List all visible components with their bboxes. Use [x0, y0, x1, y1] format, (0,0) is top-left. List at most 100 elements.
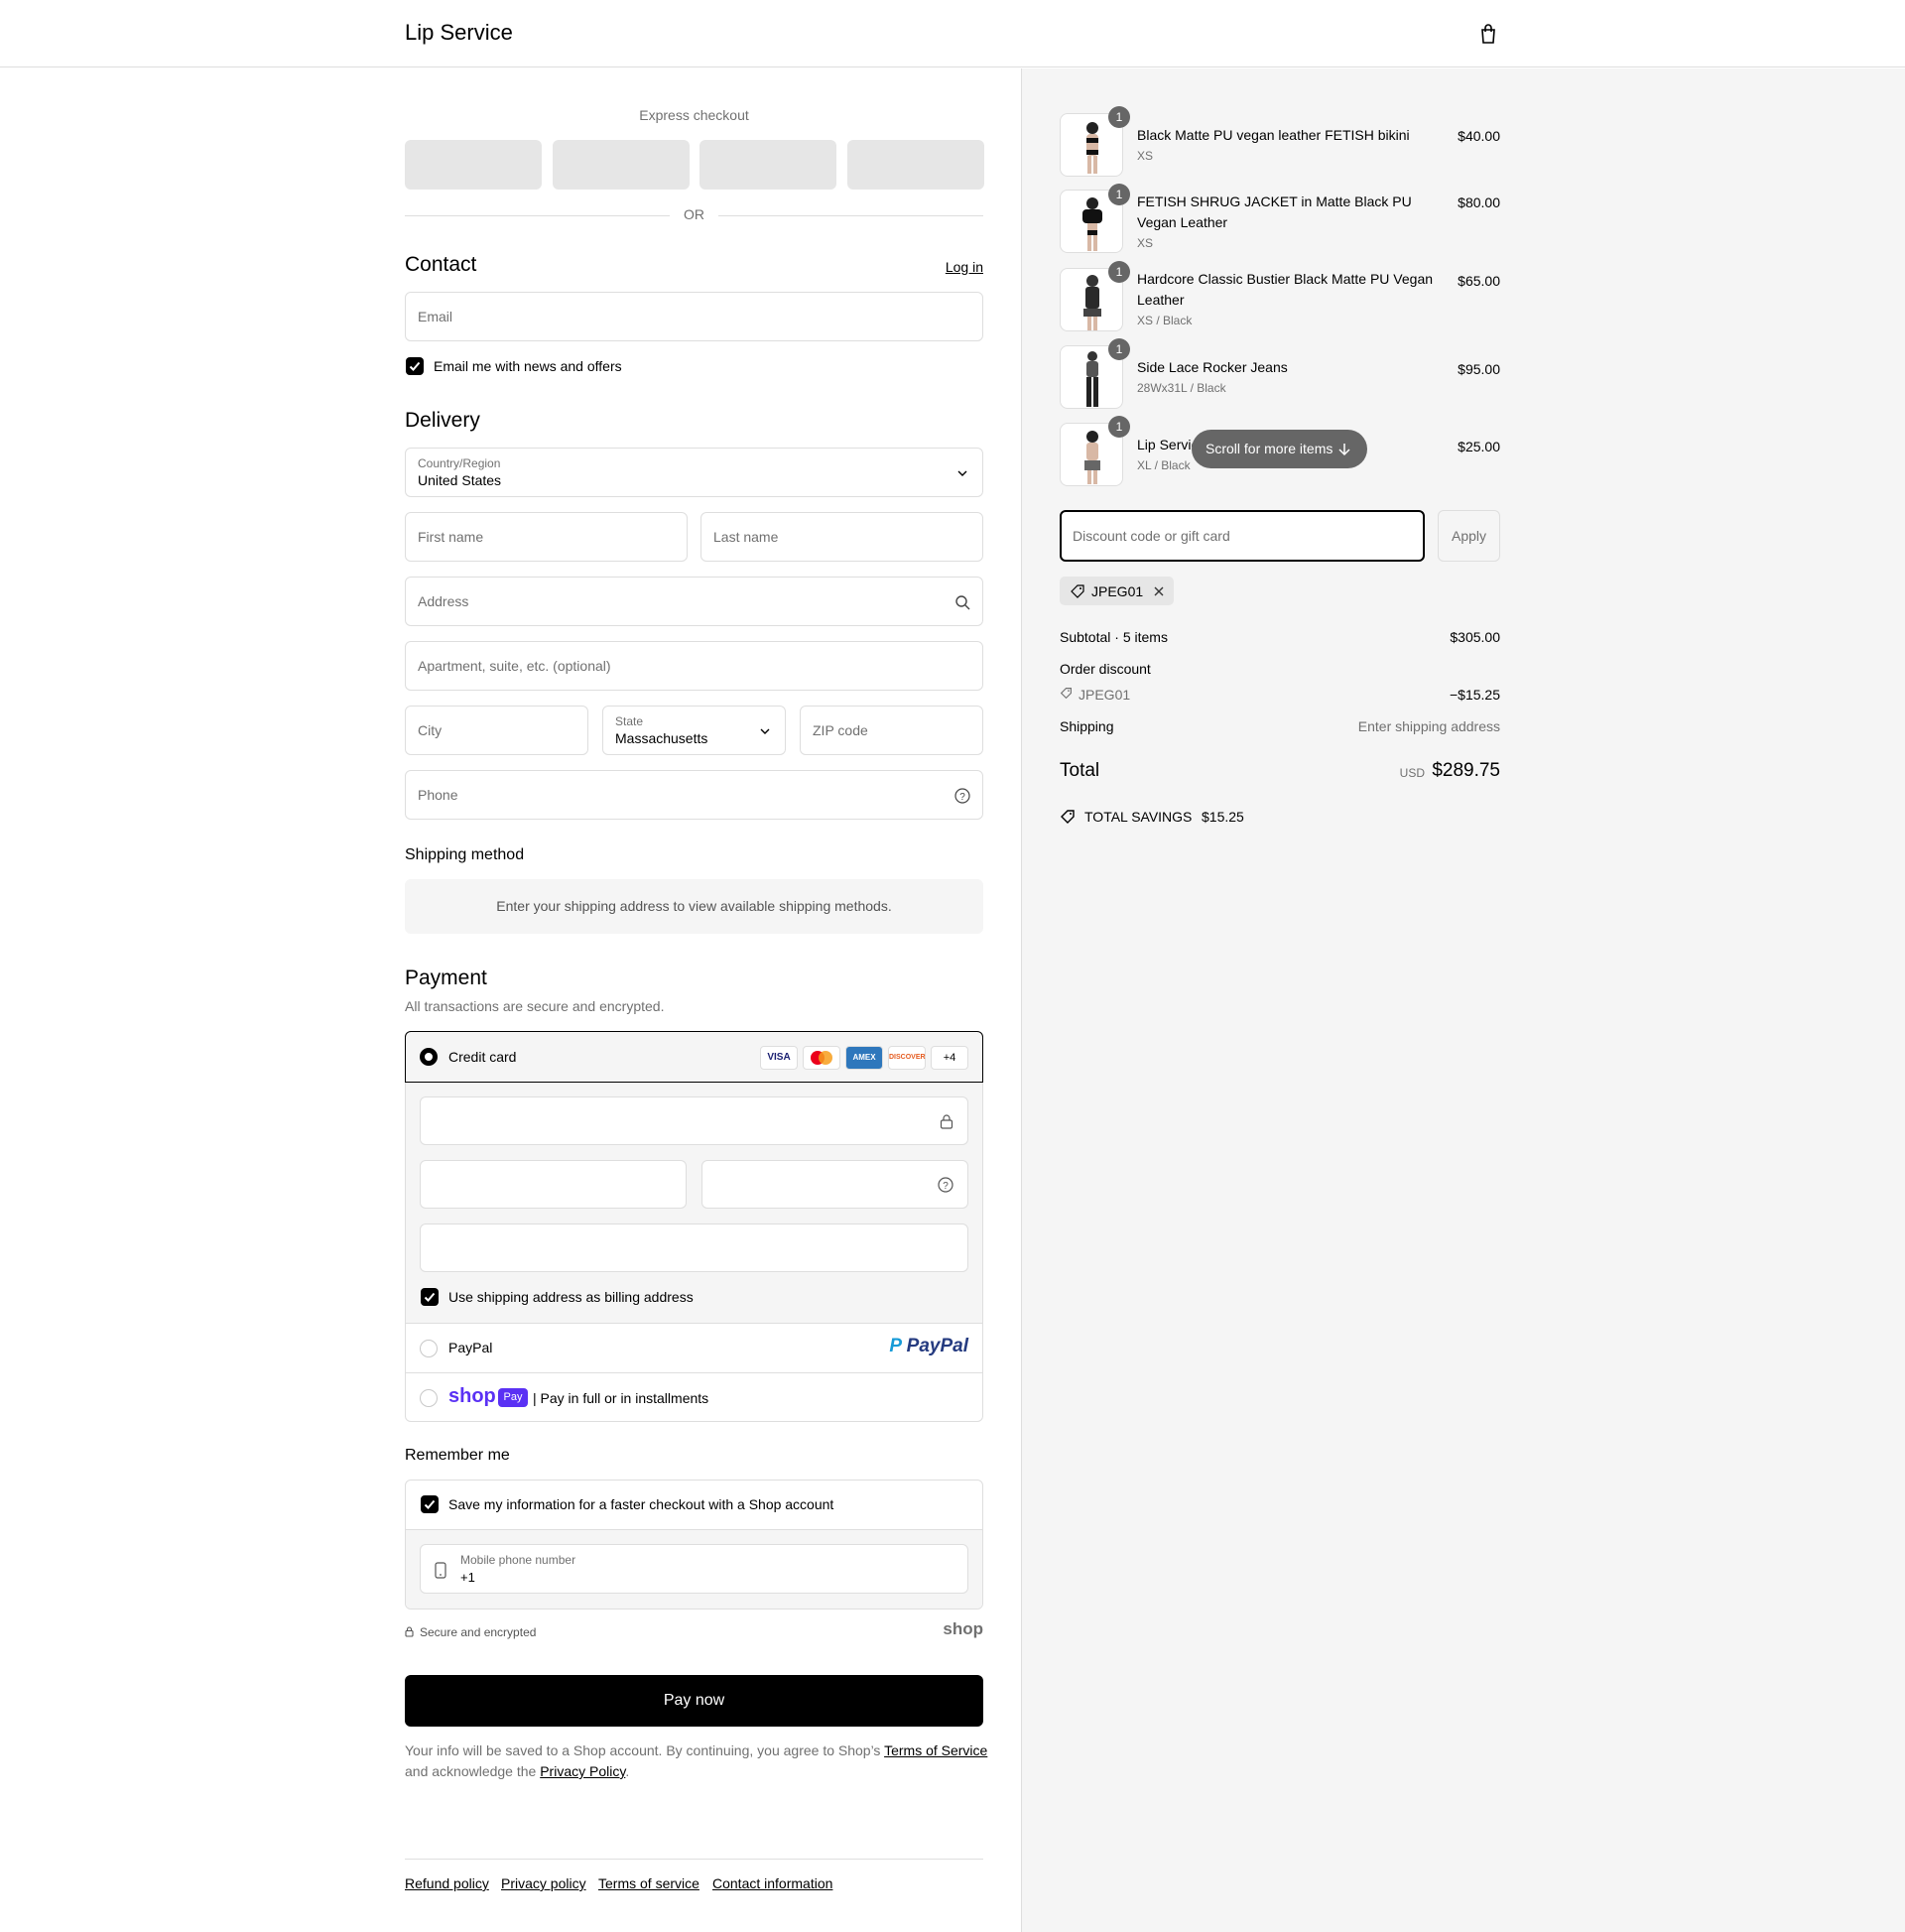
city-field[interactable]: City: [405, 706, 588, 755]
delivery-title: Delivery: [405, 409, 480, 432]
terms-of-service-footer-link[interactable]: Terms of service: [598, 1875, 699, 1891]
state-label: State: [615, 714, 644, 728]
paypal-option[interactable]: PayPal P PayPal: [406, 1323, 982, 1372]
state-value: Massachusetts: [615, 730, 708, 746]
shop-pay-option[interactable]: shop Pay | Pay in full or in installment…: [406, 1372, 982, 1421]
discount-amount: −$15.25: [1450, 687, 1500, 703]
last-name-field[interactable]: Last name: [700, 512, 983, 562]
shop-pay-logo: shop: [448, 1385, 496, 1407]
paypal-logo: P PayPal: [889, 1336, 968, 1356]
discover-icon: DISCOVER: [888, 1046, 926, 1070]
total-currency: USD: [1399, 766, 1425, 780]
store-logo[interactable]: Lip Service: [405, 20, 513, 46]
quantity-badge: 1: [1108, 106, 1130, 128]
email-field[interactable]: Email: [405, 292, 983, 341]
save-info-checkbox[interactable]: [421, 1495, 439, 1513]
news-checkbox[interactable]: [406, 357, 424, 375]
quantity-badge: 1: [1108, 184, 1130, 205]
item-variant: XS / Black: [1137, 314, 1193, 327]
divider: [405, 215, 670, 216]
terms-of-service-link[interactable]: Terms of Service: [884, 1742, 987, 1758]
pay-now-button[interactable]: Pay now: [405, 1675, 983, 1727]
zip-field[interactable]: ZIP code: [800, 706, 983, 755]
credit-card-radio[interactable]: [420, 1048, 438, 1066]
express-checkout-label: Express checkout: [639, 107, 749, 123]
quantity-badge: 1: [1108, 261, 1130, 283]
total-label: Total: [1060, 760, 1100, 781]
shipping-method-message: Enter your shipping address to view avai…: [496, 898, 892, 914]
zip-placeholder: ZIP code: [813, 722, 868, 738]
credit-card-label: Credit card: [448, 1049, 517, 1065]
mastercard-icon: [803, 1046, 840, 1070]
legal-text-part2: and acknowledge the: [405, 1763, 541, 1779]
express-button-3[interactable]: [699, 140, 836, 190]
email-placeholder: Email: [418, 309, 453, 324]
help-icon[interactable]: ?: [954, 788, 970, 804]
login-link[interactable]: Log in: [946, 259, 983, 275]
order-discount-label: Order discount: [1060, 661, 1151, 677]
scroll-more-button[interactable]: Scroll for more items: [1192, 430, 1367, 468]
help-icon[interactable]: ?: [938, 1177, 953, 1193]
express-button-1[interactable]: [405, 140, 542, 190]
shop-logo: shop: [943, 1619, 983, 1638]
visa-icon: VISA: [760, 1046, 798, 1070]
news-label: Email me with news and offers: [434, 358, 622, 374]
apply-button[interactable]: Apply: [1438, 510, 1500, 562]
payment-title: Payment: [405, 966, 487, 989]
expiry-field[interactable]: [420, 1160, 687, 1209]
arrow-down-icon: [1338, 444, 1350, 456]
mobile-phone-field[interactable]: Mobile phone number +1: [420, 1544, 968, 1594]
item-name: Hardcore Classic Bustier Black Matte PU …: [1137, 271, 1434, 308]
discount-tag-code: JPEG01: [1091, 583, 1144, 599]
last-name-placeholder: Last name: [713, 529, 779, 545]
address-placeholder: Address: [418, 593, 469, 609]
lock-icon: [405, 1626, 414, 1637]
item-price: $80.00: [1458, 194, 1500, 210]
privacy-policy-link[interactable]: Privacy Policy: [540, 1763, 625, 1779]
svg-text:?: ?: [943, 1181, 949, 1192]
item-price: $65.00: [1458, 273, 1500, 289]
address-field[interactable]: Address: [405, 577, 983, 626]
shopping-bag-icon[interactable]: [1476, 22, 1500, 46]
shipping-method-box: Enter your shipping address to view avai…: [405, 879, 983, 934]
close-icon[interactable]: [1153, 585, 1165, 597]
apartment-placeholder: Apartment, suite, etc. (optional): [418, 658, 611, 674]
phone-field[interactable]: Phone ?: [405, 770, 983, 820]
card-number-field[interactable]: [420, 1096, 968, 1145]
chevron-down-icon: [760, 728, 770, 734]
name-on-card-field[interactable]: [420, 1224, 968, 1272]
refund-policy-link[interactable]: Refund policy: [405, 1875, 489, 1891]
shop-pay-radio[interactable]: [420, 1389, 438, 1407]
apartment-field[interactable]: Apartment, suite, etc. (optional): [405, 641, 983, 691]
privacy-policy-footer-link[interactable]: Privacy policy: [501, 1875, 586, 1891]
secure-label: Secure and encrypted: [420, 1625, 537, 1639]
more-cards-badge: +4: [931, 1046, 968, 1070]
state-select[interactable]: State Massachusetts: [602, 706, 786, 755]
first-name-placeholder: First name: [418, 529, 484, 545]
security-code-field[interactable]: ?: [701, 1160, 968, 1209]
contact-information-link[interactable]: Contact information: [712, 1875, 832, 1891]
paypal-radio[interactable]: [420, 1340, 438, 1357]
quantity-badge: 1: [1108, 338, 1130, 360]
item-variant: XL / Black: [1137, 458, 1191, 472]
discount-code-field[interactable]: Discount code or gift card: [1060, 510, 1425, 562]
billing-checkbox[interactable]: [421, 1288, 439, 1306]
shipping-label: Shipping: [1060, 718, 1114, 734]
first-name-field[interactable]: First name: [405, 512, 688, 562]
item-name: Side Lace Rocker Jeans: [1137, 359, 1288, 375]
discount-placeholder: Discount code or gift card: [1073, 528, 1230, 544]
total-value: $289.75: [1432, 760, 1500, 781]
discount-code-applied: JPEG01: [1079, 687, 1131, 703]
express-button-4[interactable]: [847, 140, 984, 190]
tag-icon: [1060, 688, 1072, 700]
item-variant: XS: [1137, 236, 1154, 250]
express-button-2[interactable]: [553, 140, 690, 190]
country-select[interactable]: Country/Region United States: [405, 448, 983, 497]
check-icon: [409, 361, 421, 371]
check-icon: [424, 1499, 436, 1509]
save-info-label: Save my information for a faster checkou…: [448, 1496, 834, 1512]
legal-text-part1: Your info will be saved to a Shop accoun…: [405, 1742, 885, 1758]
billing-label: Use shipping address as billing address: [448, 1289, 694, 1305]
item-price: $40.00: [1458, 128, 1500, 144]
paypal-label: PayPal: [448, 1340, 493, 1355]
